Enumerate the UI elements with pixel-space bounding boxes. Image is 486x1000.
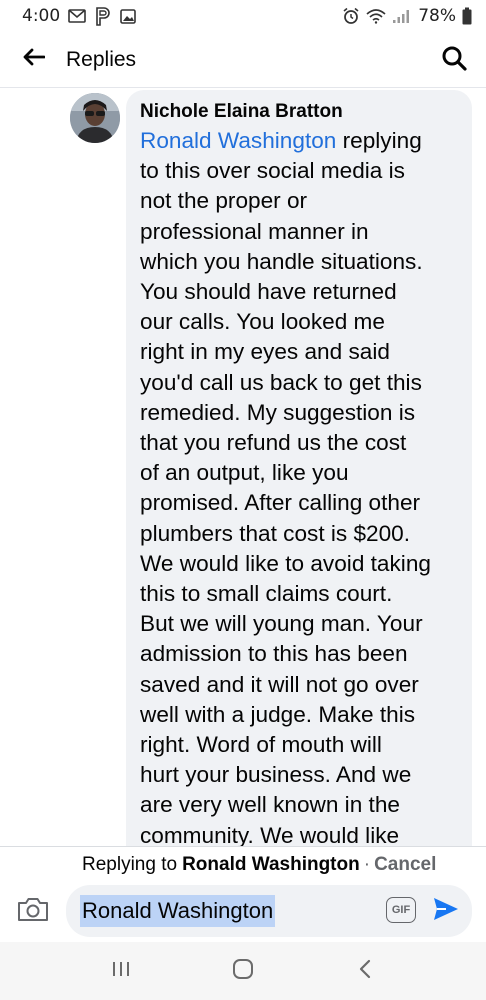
comment-input[interactable]: Ronald Washington GIF — [66, 885, 472, 937]
android-nav-bar — [0, 942, 486, 1000]
comment-line: that you refund us the cost — [140, 430, 407, 456]
search-button[interactable] — [436, 42, 472, 78]
comment-thread: Nichole Elaina Bratton Ronald Washington… — [0, 88, 486, 846]
cancel-reply-button[interactable]: Cancel — [374, 854, 436, 876]
comment-line: You should have returned — [140, 279, 397, 305]
camera-button[interactable] — [16, 896, 50, 926]
send-button[interactable] — [430, 895, 462, 927]
comment-line: to this over social media is — [140, 158, 405, 184]
comment-line: of an output, like you — [140, 460, 349, 486]
comment-line: right in my eyes and said — [140, 339, 390, 365]
comment-line: plumbers that cost is $200. — [140, 520, 411, 546]
camera-icon — [17, 896, 49, 927]
status-right: 78% — [342, 6, 472, 26]
comment-line: saved and it will not go over — [140, 671, 419, 697]
search-icon — [441, 45, 467, 76]
comment-line: We would like to avoid taking — [140, 550, 431, 576]
comment-line: are very well known in the — [140, 792, 400, 818]
gallery-icon — [120, 8, 136, 24]
status-time: 4:00 — [22, 6, 61, 26]
comment-line: you'd call us back to get this — [140, 369, 422, 395]
parking-icon — [94, 6, 112, 26]
comment-line: replying — [336, 128, 422, 153]
comment-line: well with a judge. Make this — [140, 701, 416, 727]
arrow-left-icon — [23, 48, 46, 71]
gif-label: GIF — [391, 904, 411, 916]
header: Replies — [0, 32, 486, 88]
status-bar: 4:00 78% — [0, 0, 486, 32]
battery-percent: 78% — [418, 6, 456, 26]
recent-apps-button[interactable] — [101, 951, 141, 991]
mention-link[interactable]: Ronald Washington — [140, 128, 336, 153]
comment-line: hurt your business. And we — [140, 762, 412, 788]
home-icon — [232, 958, 254, 985]
comment-line: right. Word of mouth will — [140, 732, 382, 758]
wifi-icon — [366, 8, 386, 24]
status-left: 4:00 — [22, 6, 136, 26]
recent-apps-icon — [110, 960, 132, 983]
comment-line: this to small claims court. — [140, 581, 393, 607]
comment-line: admission to this has been — [140, 641, 408, 667]
back-button[interactable] — [6, 32, 62, 88]
comment-author[interactable]: Nichole Elaina Bratton — [140, 100, 460, 124]
comment-line: But we will young man. Your — [140, 611, 423, 637]
comment-line: which you handle situations. — [140, 248, 423, 274]
system-back-button[interactable] — [345, 951, 385, 991]
comment-line: promised. After calling other — [140, 490, 421, 516]
replying-to-name: Ronald Washington — [182, 853, 360, 875]
comment-text: Ronald Washington replying to this over s… — [140, 126, 460, 846]
replying-to-bar: Replying to Ronald Washington · Cancel — [0, 846, 486, 882]
back-icon — [358, 959, 372, 984]
comment-line: professional manner in — [140, 218, 369, 244]
comment-line: remedied. My suggestion is — [140, 399, 416, 425]
alarm-icon — [342, 7, 360, 25]
signal-icon — [392, 8, 412, 24]
comment-input-value[interactable]: Ronald Washington — [80, 895, 276, 927]
comment-line: our calls. You looked me — [140, 309, 385, 335]
comment-bubble: Nichole Elaina Bratton Ronald Washington… — [126, 90, 472, 846]
reply-composer: Ronald Washington GIF — [0, 882, 486, 942]
gmail-icon — [68, 9, 86, 23]
send-icon — [432, 896, 460, 927]
home-button[interactable] — [223, 951, 263, 991]
avatar[interactable] — [70, 93, 120, 143]
replying-prefix: Replying to — [82, 853, 178, 875]
comment-line: not the proper or — [140, 188, 308, 214]
battery-icon — [462, 7, 472, 25]
comment-line: community. We would like — [140, 822, 400, 846]
page-title: Replies — [66, 47, 137, 71]
gif-button[interactable]: GIF — [386, 897, 416, 923]
replying-separator: · — [363, 853, 371, 875]
